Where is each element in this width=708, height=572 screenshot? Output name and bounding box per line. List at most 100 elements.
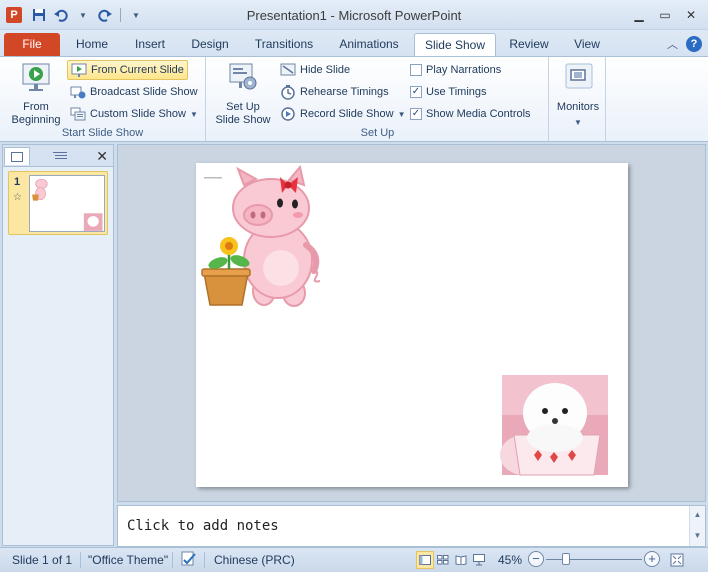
slide-canvas[interactable] [196, 163, 628, 487]
slides-panel: ✕ 1 ☆ [2, 144, 114, 546]
thumbnail-preview [32, 178, 103, 231]
hide-slide-button[interactable]: Hide Slide [277, 60, 353, 80]
start-slide-show-group: From Beginning From Current Slide Broadc… [0, 57, 206, 141]
tab-insert[interactable]: Insert [124, 33, 176, 56]
show-media-controls-check[interactable]: ✓ [410, 108, 422, 120]
monitors-group: Monitors ▼ [550, 57, 606, 141]
record-slide-show-button[interactable]: Record Slide Show ▼ [277, 104, 408, 124]
window-controls: ▁ ▭ ✕ [628, 6, 702, 24]
from-current-slide-icon [71, 63, 87, 77]
chevron-down-icon: ▼ [574, 118, 582, 127]
from-beginning-label: From Beginning [11, 101, 61, 126]
theme-name[interactable]: "Office Theme" [88, 553, 168, 567]
show-media-controls-checkbox[interactable]: ✓ Show Media Controls [407, 104, 534, 124]
scroll-down-icon[interactable]: ▼ [690, 531, 705, 540]
slides-panel-tabs: ✕ [3, 145, 113, 167]
set-up-slide-show-button[interactable]: Set Up Slide Show [211, 61, 275, 127]
monitors-button[interactable]: Monitors ▼ [552, 61, 604, 129]
notes-placeholder[interactable]: Click to add notes [127, 518, 279, 534]
slide-editing-area [117, 144, 706, 502]
broadcast-icon [70, 86, 86, 99]
play-narrations-label: Play Narrations [426, 64, 502, 76]
play-narrations-checkbox[interactable]: Play Narrations [407, 60, 504, 80]
notes-pane[interactable]: Click to add notes ▲ ▼ [117, 505, 706, 547]
minimize-icon[interactable]: ▁ [628, 6, 650, 24]
slide-small-mark [204, 177, 222, 179]
close-icon[interactable]: ✕ [680, 6, 702, 24]
play-narrations-check[interactable] [410, 64, 422, 76]
pig-cartoon-image[interactable] [201, 164, 321, 307]
tab-transitions[interactable]: Transitions [246, 33, 322, 56]
scroll-up-icon[interactable]: ▲ [690, 510, 705, 519]
chevron-down-icon: ▼ [190, 109, 198, 119]
slide-counter: Slide 1 of 1 [12, 553, 73, 567]
zoom-out-icon[interactable]: − [528, 551, 544, 567]
reading-view-icon[interactable] [452, 551, 470, 569]
status-bar: Slide 1 of 1 "Office Theme" Chinese (PRC… [0, 547, 708, 572]
maximize-icon[interactable]: ▭ [654, 6, 676, 24]
hide-slide-label: Hide Slide [300, 64, 351, 76]
rehearse-timings-button[interactable]: Rehearse Timings [277, 82, 392, 102]
fit-to-window-icon[interactable] [668, 551, 686, 569]
use-timings-check[interactable]: ✓ [410, 86, 422, 98]
zoom-slider-track[interactable] [546, 559, 642, 560]
help-icon[interactable]: ? [686, 36, 702, 52]
status-separator [204, 552, 205, 568]
title-bar: P ▼ ▼ Presentation1 - Microsoft PowerPoi… [0, 0, 708, 30]
slides-tab-icon[interactable] [4, 147, 30, 165]
ribbon-tabs: File Home Insert Design Transitions Anim… [0, 30, 708, 57]
from-beginning-button[interactable]: From Beginning [6, 61, 66, 127]
custom-slide-show-icon [70, 107, 86, 121]
show-media-controls-label: Show Media Controls [426, 108, 531, 120]
custom-slide-show-button[interactable]: Custom Slide Show ▼ [67, 104, 201, 124]
slide-thumbnail[interactable] [29, 175, 105, 232]
set-up-slide-show-icon [229, 63, 257, 90]
puppy-photo-image[interactable] [500, 375, 608, 476]
slide-thumbnail-item[interactable]: 1 ☆ [8, 171, 108, 235]
slide-content [201, 164, 608, 476]
rehearse-timings-icon [281, 85, 295, 100]
tab-review[interactable]: Review [502, 33, 556, 56]
set-up-group: Set Up Slide Show Hide Slide Rehearse Ti… [207, 57, 549, 141]
normal-view-icon[interactable] [416, 551, 434, 569]
spell-check-icon[interactable] [180, 551, 198, 570]
tab-file[interactable]: File [4, 33, 60, 56]
rehearse-timings-label: Rehearse Timings [300, 86, 389, 98]
ribbon-options: ︿ ? [667, 36, 702, 52]
zoom-in-icon[interactable]: + [644, 551, 660, 567]
from-beginning-icon [22, 63, 50, 91]
zoom-slider-thumb[interactable] [562, 553, 570, 565]
tab-view[interactable]: View [564, 33, 610, 56]
monitors-label: Monitors [556, 101, 600, 113]
chevron-down-icon: ▼ [397, 109, 406, 119]
start-slide-show-group-label: Start Slide Show [61, 127, 144, 139]
from-current-slide-label: From Current Slide [91, 64, 184, 76]
set-up-slide-show-label: Set Up Slide Show [215, 101, 271, 126]
tab-slide-show[interactable]: Slide Show [414, 33, 496, 57]
use-timings-checkbox[interactable]: ✓ Use Timings [407, 82, 490, 102]
window-title: Presentation1 - Microsoft PowerPoint [246, 8, 462, 23]
outline-tab-icon[interactable] [47, 147, 73, 165]
from-current-slide-button[interactable]: From Current Slide [67, 60, 188, 80]
slide-sorter-view-icon[interactable] [434, 551, 452, 569]
use-timings-label: Use Timings [426, 86, 487, 98]
close-panel-icon[interactable]: ✕ [96, 148, 108, 165]
tab-animations[interactable]: Animations [330, 33, 408, 56]
notes-scrollbar[interactable]: ▲ ▼ [689, 506, 705, 546]
set-up-group-label: Set Up [360, 127, 395, 139]
minimize-ribbon-icon[interactable]: ︿ [667, 36, 678, 52]
slide-number: 1 [14, 176, 21, 188]
broadcast-slide-show-label: Broadcast Slide Show [90, 86, 198, 98]
tab-home[interactable]: Home [66, 33, 118, 56]
record-slide-show-label: Record Slide Show [300, 108, 394, 120]
broadcast-slide-show-button[interactable]: Broadcast Slide Show [67, 82, 201, 102]
custom-slide-show-label: Custom Slide Show [90, 108, 186, 120]
slide-show-view-icon[interactable] [470, 551, 488, 569]
zoom-level[interactable]: 45% [498, 553, 522, 567]
ribbon: From Beginning From Current Slide Broadc… [0, 56, 708, 142]
tab-design[interactable]: Design [182, 33, 238, 56]
hide-slide-icon [280, 63, 296, 76]
language-indicator[interactable]: Chinese (PRC) [214, 553, 295, 567]
status-separator [80, 552, 81, 568]
monitor-icon [565, 63, 593, 89]
